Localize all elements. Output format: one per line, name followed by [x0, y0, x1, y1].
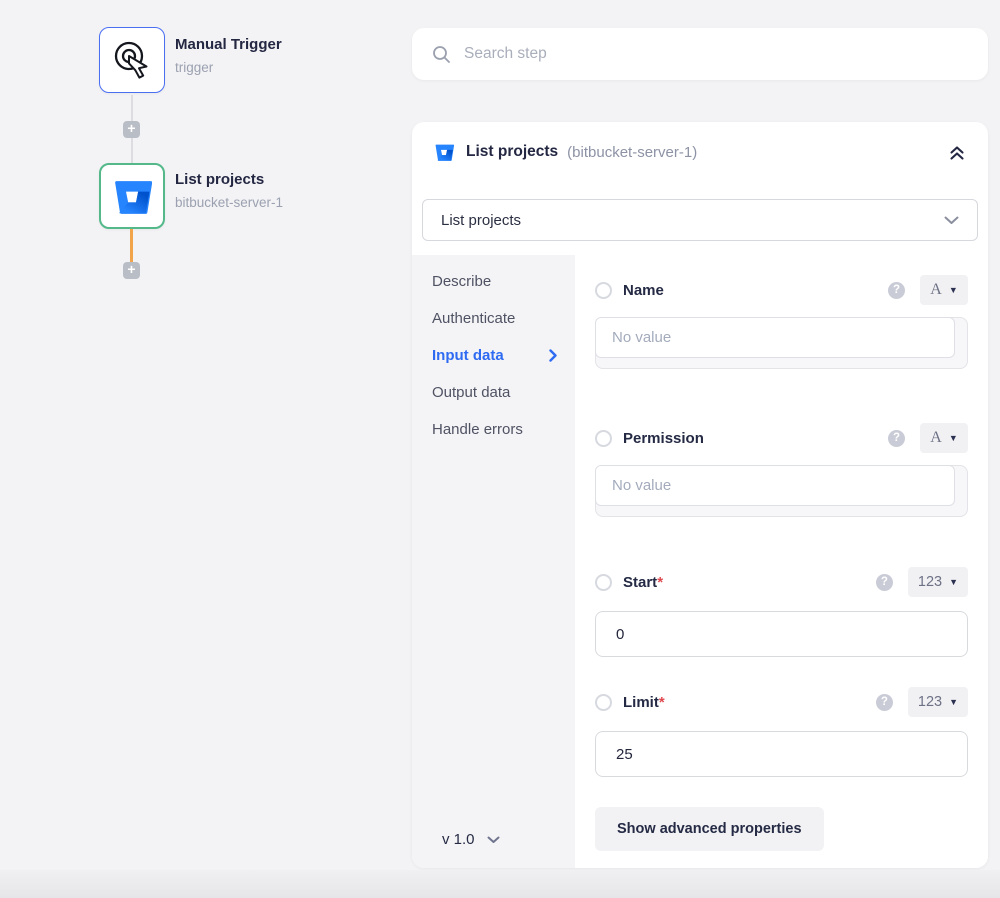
step-properties-panel: List projects (bitbucket-server-1) List …: [412, 122, 988, 868]
node-list-projects[interactable]: [99, 163, 165, 229]
field-label: Name: [623, 282, 664, 299]
field-label: Start: [623, 574, 657, 591]
tab-authenticate[interactable]: Authenticate: [412, 300, 575, 337]
tab-label: Describe: [432, 273, 491, 290]
add-step-button[interactable]: +: [123, 121, 140, 138]
field-type-dropdown[interactable]: A ▼: [920, 423, 968, 453]
question-icon[interactable]: ?: [876, 694, 893, 711]
type-badge-label: 123: [918, 694, 942, 710]
chevron-down-icon: [487, 836, 500, 844]
chevron-right-icon: [549, 349, 557, 362]
field-permission-input[interactable]: [595, 465, 955, 506]
collapse-up-icon: [948, 143, 966, 161]
tab-handle-errors[interactable]: Handle errors: [412, 411, 575, 448]
field-permission-header: Permission ? A ▼: [595, 423, 968, 453]
caret-down-icon: ▼: [949, 577, 958, 587]
type-badge-label: A: [930, 429, 942, 447]
required-mark: *: [657, 574, 663, 591]
show-advanced-properties-button[interactable]: Show advanced properties: [595, 807, 824, 851]
field-type-dropdown[interactable]: 123 ▼: [908, 687, 968, 717]
node-list-projects-text: List projects bitbucket-server-1: [175, 171, 283, 210]
panel-tabs: Describe Authenticate Input data Output …: [412, 255, 575, 868]
field-label: Limit: [623, 694, 659, 711]
version-label: v 1.0: [442, 831, 475, 848]
node-title: List projects: [175, 171, 283, 188]
node-subtitle: bitbucket-server-1: [175, 195, 283, 210]
type-badge-label: A: [930, 281, 942, 299]
field-radio[interactable]: [595, 282, 612, 299]
manual-trigger-icon: [112, 40, 152, 80]
node-subtitle: trigger: [175, 60, 282, 75]
field-start-input-wrap: [595, 611, 968, 657]
node-manual-trigger-text: Manual Trigger trigger: [175, 36, 282, 75]
bitbucket-icon: [112, 176, 152, 216]
field-start-input[interactable]: [595, 611, 968, 657]
chevron-down-icon: [944, 216, 959, 225]
field-type-dropdown[interactable]: 123 ▼: [908, 567, 968, 597]
tab-describe[interactable]: Describe: [412, 263, 575, 300]
page-bottom-edge: [0, 870, 1000, 898]
field-radio[interactable]: [595, 694, 612, 711]
field-type-dropdown[interactable]: A ▼: [920, 275, 968, 305]
panel-title: List projects: [466, 143, 558, 161]
bitbucket-icon: [434, 142, 454, 162]
tab-label: Input data: [432, 347, 504, 364]
question-icon[interactable]: ?: [876, 574, 893, 591]
tab-output-data[interactable]: Output data: [412, 374, 575, 411]
question-icon[interactable]: ?: [888, 430, 905, 447]
panel-body: Describe Authenticate Input data Output …: [412, 255, 988, 868]
caret-down-icon: ▼: [949, 697, 958, 707]
question-icon[interactable]: ?: [888, 282, 905, 299]
panel-connection-name: (bitbucket-server-1): [567, 144, 697, 161]
panel-header: List projects (bitbucket-server-1): [412, 122, 988, 182]
field-permission-input-wrap: [595, 465, 968, 517]
required-mark: *: [659, 694, 665, 711]
operation-select-value: List projects: [441, 212, 521, 229]
node-manual-trigger[interactable]: [99, 27, 165, 93]
field-name-input[interactable]: [595, 317, 955, 358]
node-title: Manual Trigger: [175, 36, 282, 53]
tab-label: Authenticate: [432, 310, 515, 327]
field-start-header: Start * ? 123 ▼: [595, 567, 968, 597]
tab-label: Handle errors: [432, 421, 523, 438]
workflow-builder: Manual Trigger trigger + List projects b…: [0, 0, 1000, 898]
field-name-header: Name ? A ▼: [595, 275, 968, 305]
add-step-button[interactable]: +: [123, 262, 140, 279]
version-picker[interactable]: v 1.0: [442, 831, 500, 848]
field-radio[interactable]: [595, 574, 612, 591]
field-radio[interactable]: [595, 430, 612, 447]
type-badge-label: 123: [918, 574, 942, 590]
field-limit-input-wrap: [595, 731, 968, 777]
collapse-panel-button[interactable]: [948, 143, 966, 161]
field-label: Permission: [623, 430, 704, 447]
field-limit-input[interactable]: [595, 731, 968, 777]
field-limit-header: Limit * ? 123 ▼: [595, 687, 968, 717]
tab-label: Output data: [432, 384, 510, 401]
input-data-form: Name ? A ▼ Permission ? A: [575, 255, 988, 868]
field-name-input-wrap: [595, 317, 968, 369]
caret-down-icon: ▼: [949, 285, 958, 295]
connector-line-active: [130, 229, 133, 263]
caret-down-icon: ▼: [949, 433, 958, 443]
step-search-bar: [412, 28, 988, 80]
operation-select[interactable]: List projects: [422, 199, 978, 241]
tab-input-data[interactable]: Input data: [412, 337, 575, 374]
search-input[interactable]: [464, 45, 968, 63]
search-icon: [432, 45, 451, 64]
